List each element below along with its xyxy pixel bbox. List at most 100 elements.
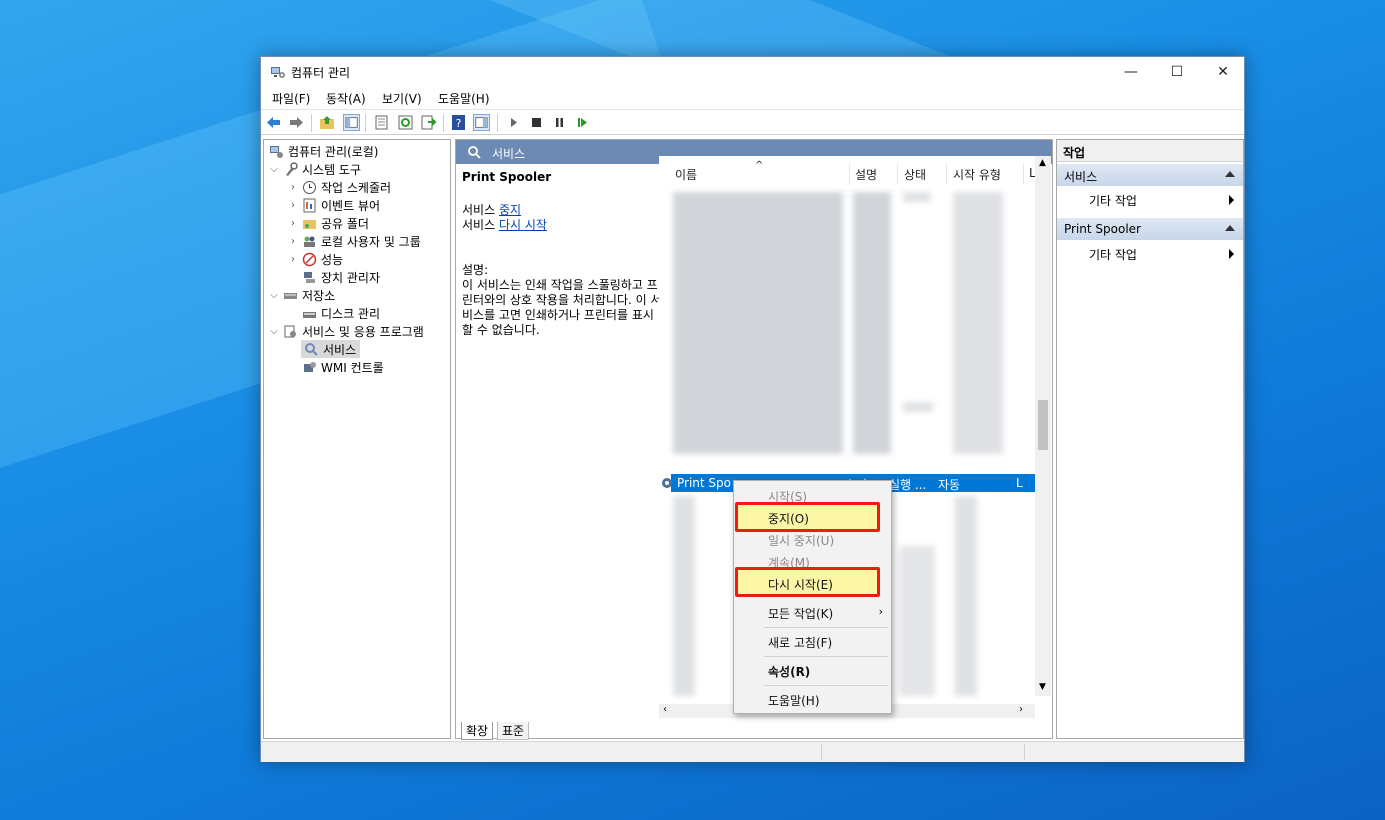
restart-action-line: 서비스 다시 시작: [462, 218, 662, 233]
tab-standard[interactable]: 표준: [497, 722, 530, 740]
menu-file[interactable]: 파일(F): [272, 90, 310, 107]
sort-indicator-icon: ^: [755, 160, 764, 171]
column-desc[interactable]: 설명: [855, 166, 877, 183]
forward-arrow-icon[interactable]: [288, 114, 305, 131]
tree-item-disk-management[interactable]: 디스크 관리: [299, 304, 380, 322]
tree-label: 저장소: [302, 288, 336, 303]
menu-pause[interactable]: 일시 중지(U): [768, 532, 834, 549]
tree-item-device-manager[interactable]: 장치 관리자: [299, 268, 380, 286]
minimize-button[interactable]: —: [1108, 57, 1154, 87]
back-arrow-icon[interactable]: [265, 114, 282, 131]
collapse-caret-icon[interactable]: [1225, 225, 1235, 231]
column-status[interactable]: 상태: [904, 166, 926, 183]
start-service-icon[interactable]: [505, 114, 522, 131]
selected-row-status: 실행 ...: [889, 478, 927, 492]
column-name[interactable]: 이름: [675, 166, 697, 183]
menu-help[interactable]: 도움말(H): [438, 90, 490, 107]
actions-pane: 작업 서비스 기타 작업 Print Spooler 기타 작업: [1056, 139, 1244, 739]
maximize-button[interactable]: ☐: [1154, 57, 1200, 87]
menu-action[interactable]: 동작(A): [326, 90, 366, 107]
close-button[interactable]: ✕: [1200, 57, 1246, 87]
tab-extended[interactable]: 확장: [461, 722, 494, 740]
scroll-down-icon[interactable]: ▼: [1039, 682, 1046, 692]
tree-label: 작업 스케줄러: [321, 180, 392, 195]
tree-label: 공유 폴더: [321, 216, 369, 231]
computer-management-icon: [271, 67, 285, 78]
scroll-left-icon[interactable]: ‹: [663, 704, 667, 715]
restart-service-icon[interactable]: [574, 114, 591, 131]
menu-all-tasks[interactable]: 모든 작업(K): [768, 605, 833, 622]
tree-label: 성능: [321, 252, 344, 267]
menu-separator: [764, 685, 888, 686]
action-pane-icon[interactable]: [473, 114, 490, 131]
submenu-arrow-icon: [1229, 195, 1234, 205]
vertical-scrollbar[interactable]: ▲ ▼: [1035, 156, 1051, 696]
menu-refresh[interactable]: 새로 고침(F): [768, 634, 832, 651]
collapse-caret-icon[interactable]: [1225, 171, 1235, 177]
chevron-right-icon[interactable]: ›: [287, 182, 299, 193]
storage-icon: [284, 292, 297, 299]
context-menu: 시작(S) 중지(O) 일시 중지(U) 계속(M) 다시 시작(E) 모든 작…: [733, 480, 892, 714]
menu-help[interactable]: 도움말(H): [768, 692, 820, 709]
tree-label: 시스템 도구: [302, 162, 362, 177]
view-tabs: 확장 표준: [455, 719, 1055, 740]
console-tree-icon[interactable]: [343, 114, 360, 131]
section-label: Print Spooler: [1064, 222, 1141, 236]
chevron-right-icon[interactable]: ›: [287, 254, 299, 265]
tree-item-system-tools[interactable]: ⌵ 시스템 도구: [268, 160, 361, 178]
stop-service-link[interactable]: 중지: [499, 203, 521, 217]
stop-service-icon[interactable]: [528, 114, 545, 131]
tree-item-root[interactable]: 컴퓨터 관리(로컬): [266, 142, 378, 160]
tree-item-storage[interactable]: ⌵ 저장소: [268, 286, 335, 304]
column-startup[interactable]: 시작 유형: [953, 166, 1001, 183]
tree-item-shared-folders[interactable]: › 공유 폴더: [287, 214, 369, 232]
title-bar[interactable]: 컴퓨터 관리 — ☐ ✕: [261, 57, 1244, 87]
restart-service-link[interactable]: 다시 시작: [499, 218, 547, 232]
toolbar-separator: [311, 114, 312, 132]
more-actions-services[interactable]: 기타 작업: [1089, 192, 1234, 209]
tree-item-services-apps[interactable]: ⌵ 서비스 및 응용 프로그램: [268, 322, 424, 340]
menu-properties[interactable]: 속성(R): [768, 663, 810, 680]
services-header-title: 서비스: [492, 147, 526, 161]
blurred-service-descriptions: [853, 192, 891, 454]
tree-item-event-viewer[interactable]: › 이벤트 뷰어: [287, 196, 380, 214]
menu-separator: [764, 627, 888, 628]
actions-section-services[interactable]: 서비스: [1057, 164, 1243, 186]
tree-label: WMI 컨트롤: [321, 360, 384, 375]
selected-row-logon: L: [1016, 476, 1023, 490]
tree-label: 디스크 관리: [321, 306, 381, 321]
disk-icon: [303, 311, 316, 318]
scroll-thumb[interactable]: [1038, 400, 1048, 450]
event-viewer-icon: [303, 198, 316, 212]
chevron-down-icon[interactable]: ⌵: [268, 326, 280, 337]
export-list-icon[interactable]: [420, 114, 437, 131]
up-folder-icon[interactable]: [319, 114, 336, 131]
actions-section-print-spooler[interactable]: Print Spooler: [1057, 218, 1243, 240]
scroll-right-icon[interactable]: ›: [1019, 704, 1023, 715]
toolbar-separator: [497, 114, 498, 132]
properties-icon[interactable]: [373, 114, 390, 131]
menu-stop[interactable]: 중지(O): [768, 510, 809, 527]
scroll-up-icon[interactable]: ▲: [1039, 158, 1046, 168]
tree-item-local-users[interactable]: › 로컬 사용자 및 그룹: [287, 232, 421, 250]
chevron-down-icon[interactable]: ⌵: [268, 164, 280, 175]
more-actions-print-spooler[interactable]: 기타 작업: [1089, 246, 1234, 263]
chevron-right-icon[interactable]: ›: [287, 200, 299, 211]
performance-icon: [302, 252, 317, 266]
help-icon[interactable]: ?: [450, 114, 467, 131]
menu-view[interactable]: 보기(V): [382, 90, 422, 107]
tree-item-task-scheduler[interactable]: › 작업 스케줄러: [287, 178, 391, 196]
status-divider: [1024, 744, 1025, 760]
window-title: 컴퓨터 관리: [291, 66, 351, 80]
chevron-down-icon[interactable]: ⌵: [268, 290, 280, 301]
tree-item-performance[interactable]: › 성능: [287, 250, 343, 268]
tree-item-wmi[interactable]: WMI 컨트롤: [299, 358, 384, 376]
users-icon: [304, 236, 315, 247]
pause-service-icon[interactable]: [551, 114, 568, 131]
blurred-status: [899, 546, 935, 696]
refresh-icon[interactable]: [397, 114, 414, 131]
chevron-right-icon[interactable]: ›: [287, 236, 299, 247]
chevron-right-icon[interactable]: ›: [287, 218, 299, 229]
tree-item-services[interactable]: 서비스: [301, 340, 361, 358]
menu-restart[interactable]: 다시 시작(E): [768, 576, 833, 593]
